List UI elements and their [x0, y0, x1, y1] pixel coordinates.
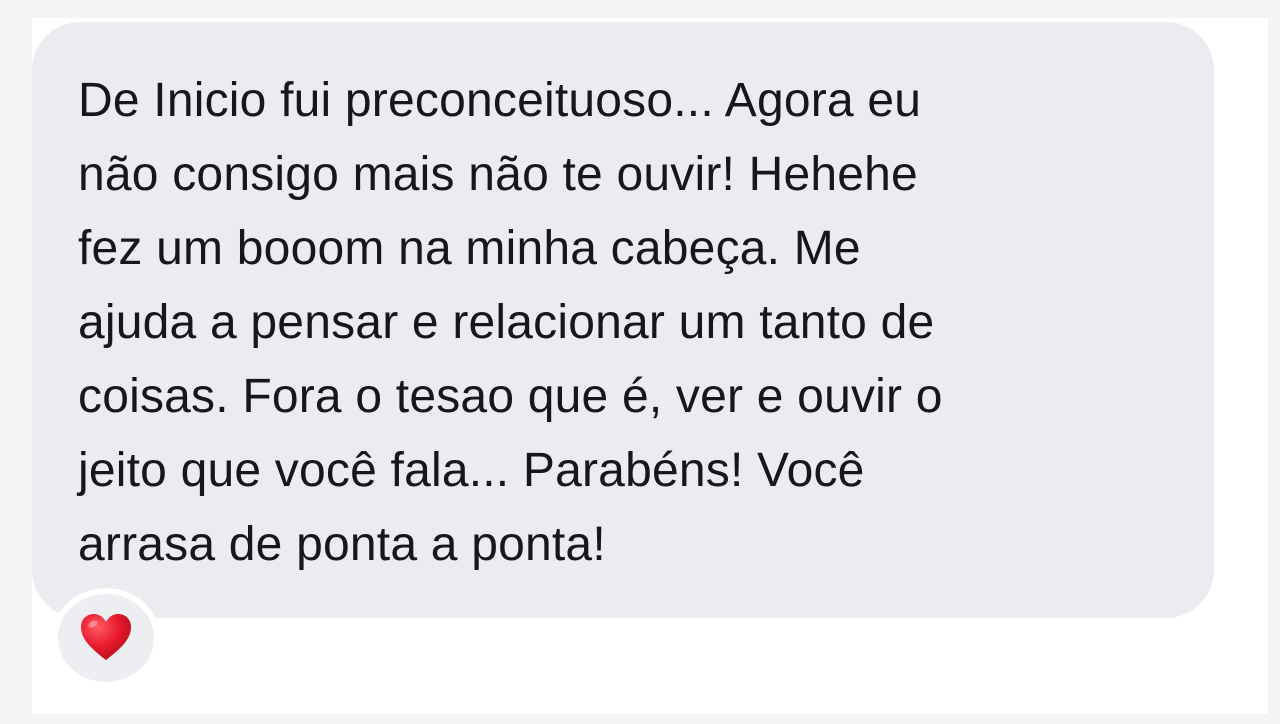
- message-line: coisas. Fora o tesao que é, ver e ouvir …: [78, 370, 943, 423]
- message-line: ajuda a pensar e relacionar um tanto de: [78, 296, 935, 349]
- message-line: De Inicio fui preconceituoso... Agora eu: [78, 74, 922, 127]
- message-line: arrasa de ponta a ponta!: [78, 518, 606, 571]
- message-bubble[interactable]: De Inicio fui preconceituoso... Agora eu…: [32, 22, 1214, 618]
- message-line: não consigo mais não te ouvir! Hehehe: [78, 148, 918, 201]
- message-line: fez um booom na minha cabeça. Me: [78, 222, 861, 275]
- chat-screen: De Inicio fui preconceituoso... Agora eu…: [32, 18, 1268, 714]
- heart-reaction[interactable]: [52, 588, 160, 688]
- heart-icon: [81, 614, 131, 660]
- message-line: jeito que você fala... Parabéns! Você: [78, 444, 865, 497]
